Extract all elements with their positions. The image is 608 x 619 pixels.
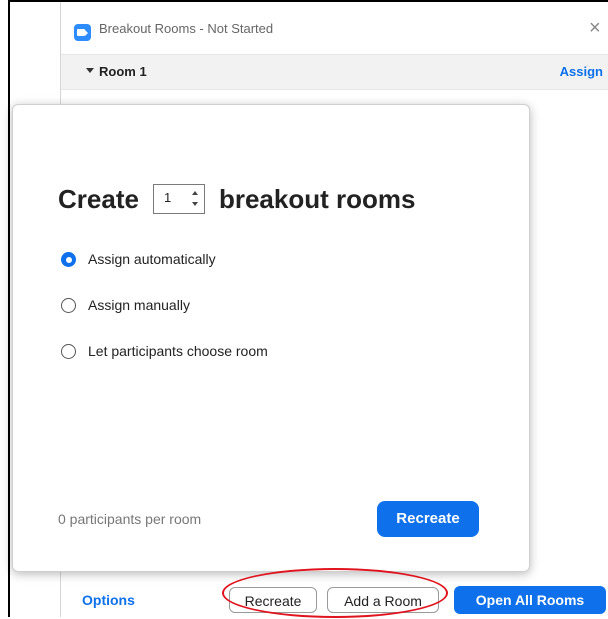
recreate-button[interactable]: Recreate bbox=[229, 587, 317, 613]
radio-selected-icon[interactable] bbox=[61, 251, 76, 267]
title-bar: Breakout Rooms - Not Started × bbox=[61, 2, 608, 41]
breakout-rooms-label: breakout rooms bbox=[218, 183, 416, 214]
option-label[interactable]: Let participants choose room bbox=[88, 343, 268, 359]
stepper-down-icon[interactable] bbox=[191, 202, 198, 206]
radio-icon[interactable] bbox=[61, 343, 76, 359]
recreate-rooms-dialog: Create 1 breakout rooms Assign automatic… bbox=[12, 104, 530, 572]
option-participants-choose[interactable]: Let participants choose room bbox=[61, 343, 268, 359]
add-room-button[interactable]: Add a Room bbox=[327, 587, 439, 613]
camera-icon-body bbox=[77, 29, 85, 36]
zoom-app-icon bbox=[74, 24, 91, 41]
dialog-recreate-button[interactable]: Recreate bbox=[377, 501, 479, 537]
options-link[interactable]: Options bbox=[82, 592, 135, 608]
stepper-up-icon[interactable] bbox=[191, 191, 198, 195]
option-label[interactable]: Assign manually bbox=[88, 297, 190, 313]
window-title: Breakout Rooms - Not Started bbox=[99, 21, 274, 36]
participants-per-room-text: 0 participants per room bbox=[58, 511, 202, 527]
room-count-stepper[interactable]: 1 bbox=[152, 184, 205, 214]
create-rooms-row: Create 1 breakout rooms bbox=[58, 181, 415, 217]
option-assign-automatically[interactable]: Assign automatically bbox=[61, 251, 216, 267]
room-row[interactable]: Room 1 Assign bbox=[61, 54, 608, 90]
create-label: Create bbox=[58, 183, 139, 214]
open-all-rooms-button[interactable]: Open All Rooms bbox=[454, 586, 606, 614]
option-label[interactable]: Assign automatically bbox=[88, 251, 216, 267]
option-assign-manually[interactable]: Assign manually bbox=[61, 297, 190, 313]
room-count-value[interactable]: 1 bbox=[164, 190, 171, 205]
room-name: Room 1 bbox=[99, 64, 147, 79]
footer-bar: Options Recreate Add a Room Open All Roo… bbox=[61, 582, 608, 619]
close-icon[interactable]: × bbox=[589, 18, 601, 38]
caret-down-icon[interactable] bbox=[86, 68, 94, 73]
radio-icon[interactable] bbox=[61, 297, 76, 313]
stepper-arrows[interactable] bbox=[191, 189, 199, 209]
assign-link[interactable]: Assign bbox=[560, 64, 603, 79]
camera-icon-lens bbox=[85, 30, 88, 36]
